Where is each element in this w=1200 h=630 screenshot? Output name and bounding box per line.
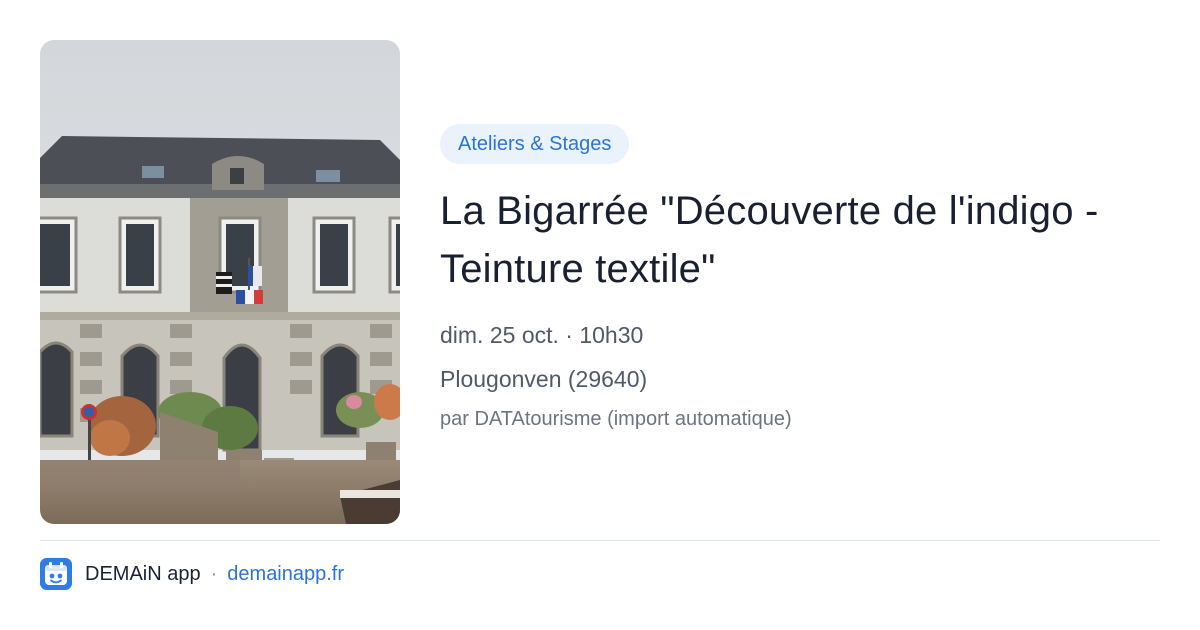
event-location: Plougonven (29640)	[440, 366, 648, 392]
app-website-link[interactable]: demainapp.fr	[227, 563, 344, 586]
event-photo	[40, 40, 400, 524]
category-badge[interactable]: Ateliers & Stages	[440, 124, 630, 164]
footer-divider	[40, 540, 1160, 541]
demain-app-logo-icon	[40, 558, 72, 590]
footer-separator: ·	[210, 562, 218, 585]
app-name: DEMAiN app	[85, 562, 201, 585]
event-details: Ateliers & Stages La Bigarrée "Découvert…	[440, 124, 1160, 432]
event-source: par DATAtourisme (import automatique)	[440, 408, 792, 430]
footer: DEMAiN app · demainapp.fr	[40, 558, 344, 590]
event-title: La Bigarrée "Découverte de l'indigo - Te…	[440, 189, 1099, 291]
event-date: dim. 25 oct. · 10h30	[440, 322, 644, 348]
